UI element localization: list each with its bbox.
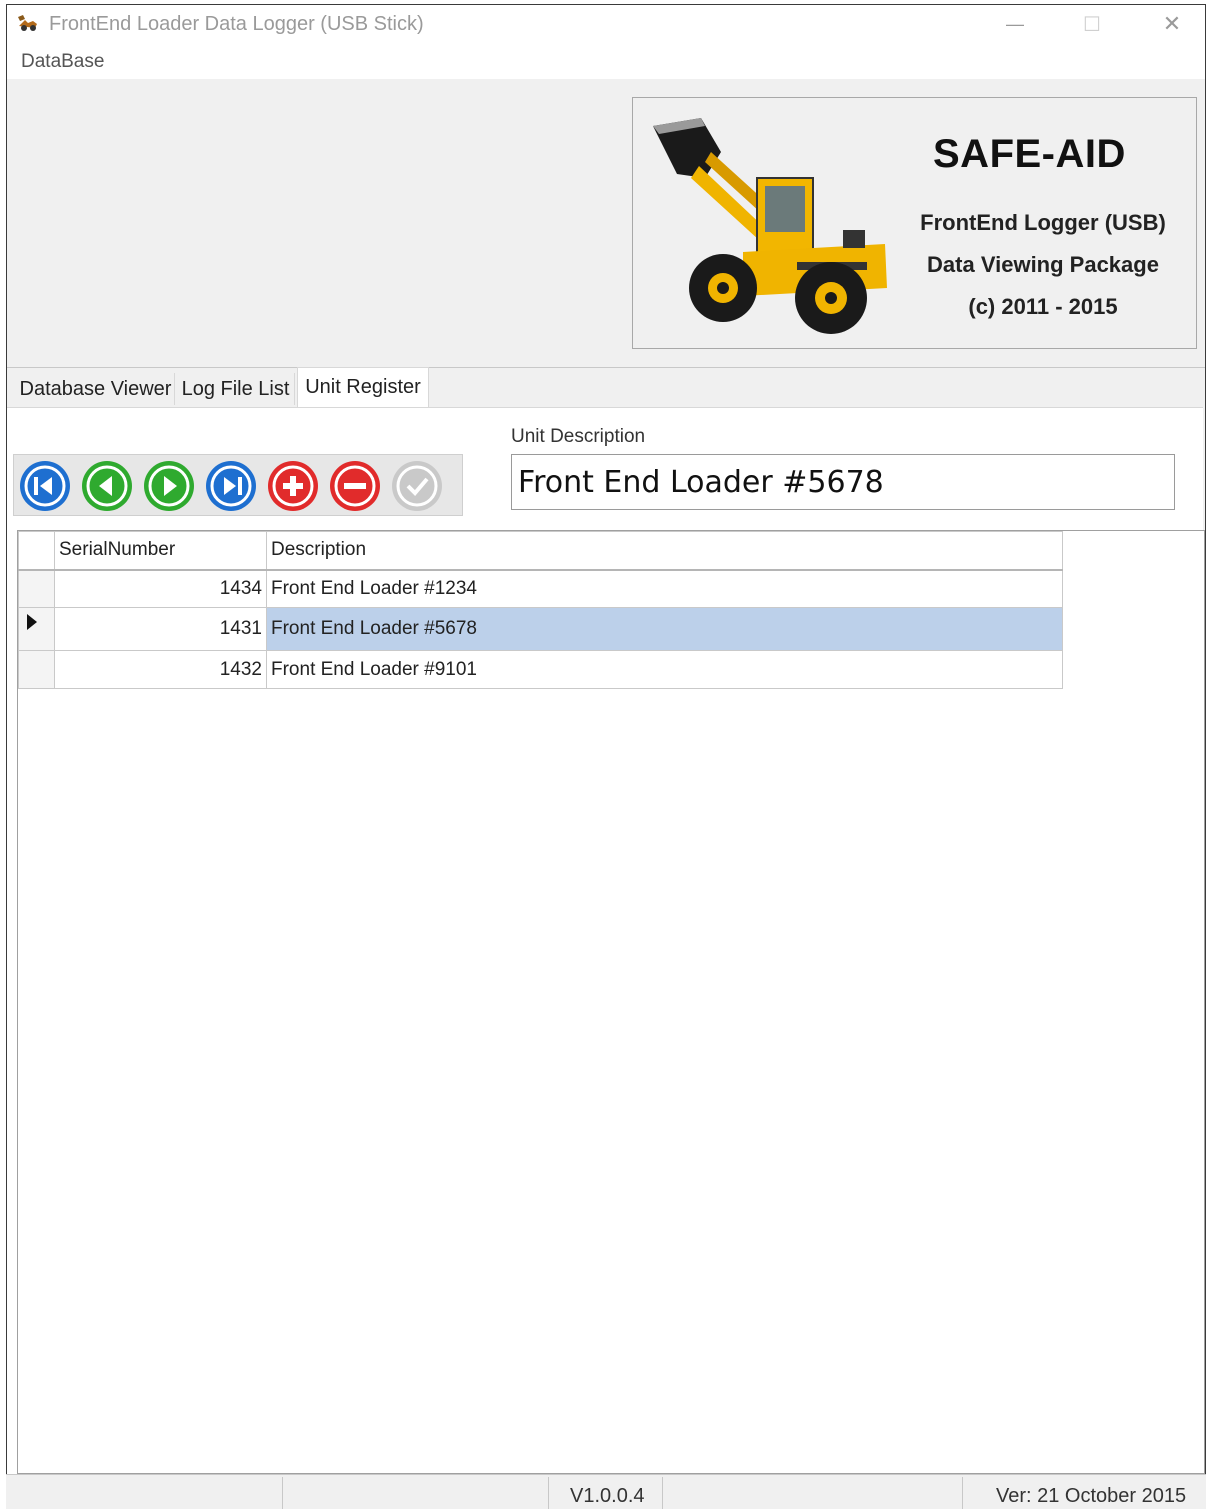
banner-product: FrontEnd Logger (USB) [920,210,1166,235]
status-bar: V1.0.0.4 Ver: 21 October 2015 [6,1474,1206,1509]
menu-item-database[interactable]: DataBase [21,51,104,73]
maximize-icon: ☐ [1083,13,1101,36]
title-bar[interactable]: FrontEnd Loader Data Logger (USB Stick) … [7,5,1205,43]
tab-label: Log File List [181,377,290,400]
status-divider [548,1477,549,1509]
status-divider [662,1477,663,1509]
delete-record-icon [330,461,380,511]
status-divider [962,1477,963,1509]
menu-bar: DataBase [7,43,1205,79]
unit-description-input[interactable] [511,454,1175,510]
current-row-icon [27,614,37,630]
minimize-icon: — [1006,13,1024,34]
minimize-button[interactable]: — [985,5,1045,43]
last-record-button[interactable] [202,458,260,514]
next-record-button[interactable] [140,458,198,514]
table-row[interactable]: 1434 Front End Loader #1234 [18,569,1063,608]
description-cell[interactable]: Front End Loader #1234 [266,569,1063,608]
delete-record-button[interactable] [326,458,384,514]
table-row[interactable]: 1431 Front End Loader #5678 [18,607,1063,651]
last-record-icon [206,461,256,511]
unit-register-page: Unit Description SerialNumber Descriptio… [7,407,1205,1476]
banner-brand: SAFE-AID [933,132,1126,176]
save-record-button[interactable] [388,458,446,514]
status-date: Ver: 21 October 2015 [996,1485,1187,1507]
serial-cell[interactable]: 1434 [54,569,267,608]
tab-database-viewer[interactable]: Database Viewer [17,373,175,405]
tab-strip: Database Viewer Log File List Unit Regis… [7,367,1205,407]
row-selector[interactable] [18,607,55,651]
first-record-icon [20,461,70,511]
close-icon: ✕ [1162,11,1182,36]
status-version: V1.0.0.4 [570,1485,645,1507]
column-header-description[interactable]: Description [266,531,1063,571]
previous-record-icon [82,461,132,511]
row-selector[interactable] [18,569,55,608]
next-record-icon [144,461,194,511]
window-title: FrontEnd Loader Data Logger (USB Stick) [49,13,424,35]
unit-grid: SerialNumber Description 1434 Front End … [17,530,1205,1474]
header-area: SAFE-AID FrontEnd Logger (USB) Data View… [7,79,1205,367]
front-end-loader-image [653,118,887,334]
add-record-button[interactable] [264,458,322,514]
tab-label: Database Viewer [19,377,172,400]
row-header-corner [18,531,55,571]
status-divider [282,1477,283,1509]
column-header-serialnumber[interactable]: SerialNumber [54,531,267,571]
tab-unit-register[interactable]: Unit Register [297,367,429,407]
first-record-button[interactable] [16,458,74,514]
maximize-button[interactable]: ☐ [1062,5,1122,43]
app-icon [18,15,37,31]
app-window: FrontEnd Loader Data Logger (USB Stick) … [6,4,1206,1508]
unit-table: SerialNumber Description 1434 Front End … [18,531,1063,689]
close-button[interactable]: ✕ [1142,5,1202,43]
table-row[interactable]: 1432 Front End Loader #9101 [18,650,1063,689]
unit-description-label: Unit Description [511,426,646,447]
tab-label: Unit Register [305,376,421,398]
record-navigator [13,454,463,516]
banner-panel: SAFE-AID FrontEnd Logger (USB) Data View… [632,97,1197,349]
save-record-icon [392,461,442,511]
serial-cell[interactable]: 1431 [54,607,267,651]
table-header-row: SerialNumber Description [18,531,1063,571]
description-cell[interactable]: Front End Loader #9101 [266,650,1063,689]
row-selector[interactable] [18,650,55,689]
tab-log-file-list[interactable]: Log File List [177,373,295,405]
banner-subtitle: Data Viewing Package [927,252,1159,277]
serial-cell[interactable]: 1432 [54,650,267,689]
previous-record-button[interactable] [78,458,136,514]
add-record-icon [268,461,318,511]
description-cell[interactable]: Front End Loader #5678 [266,607,1063,651]
banner-copyright: (c) 2011 - 2015 [968,294,1118,319]
